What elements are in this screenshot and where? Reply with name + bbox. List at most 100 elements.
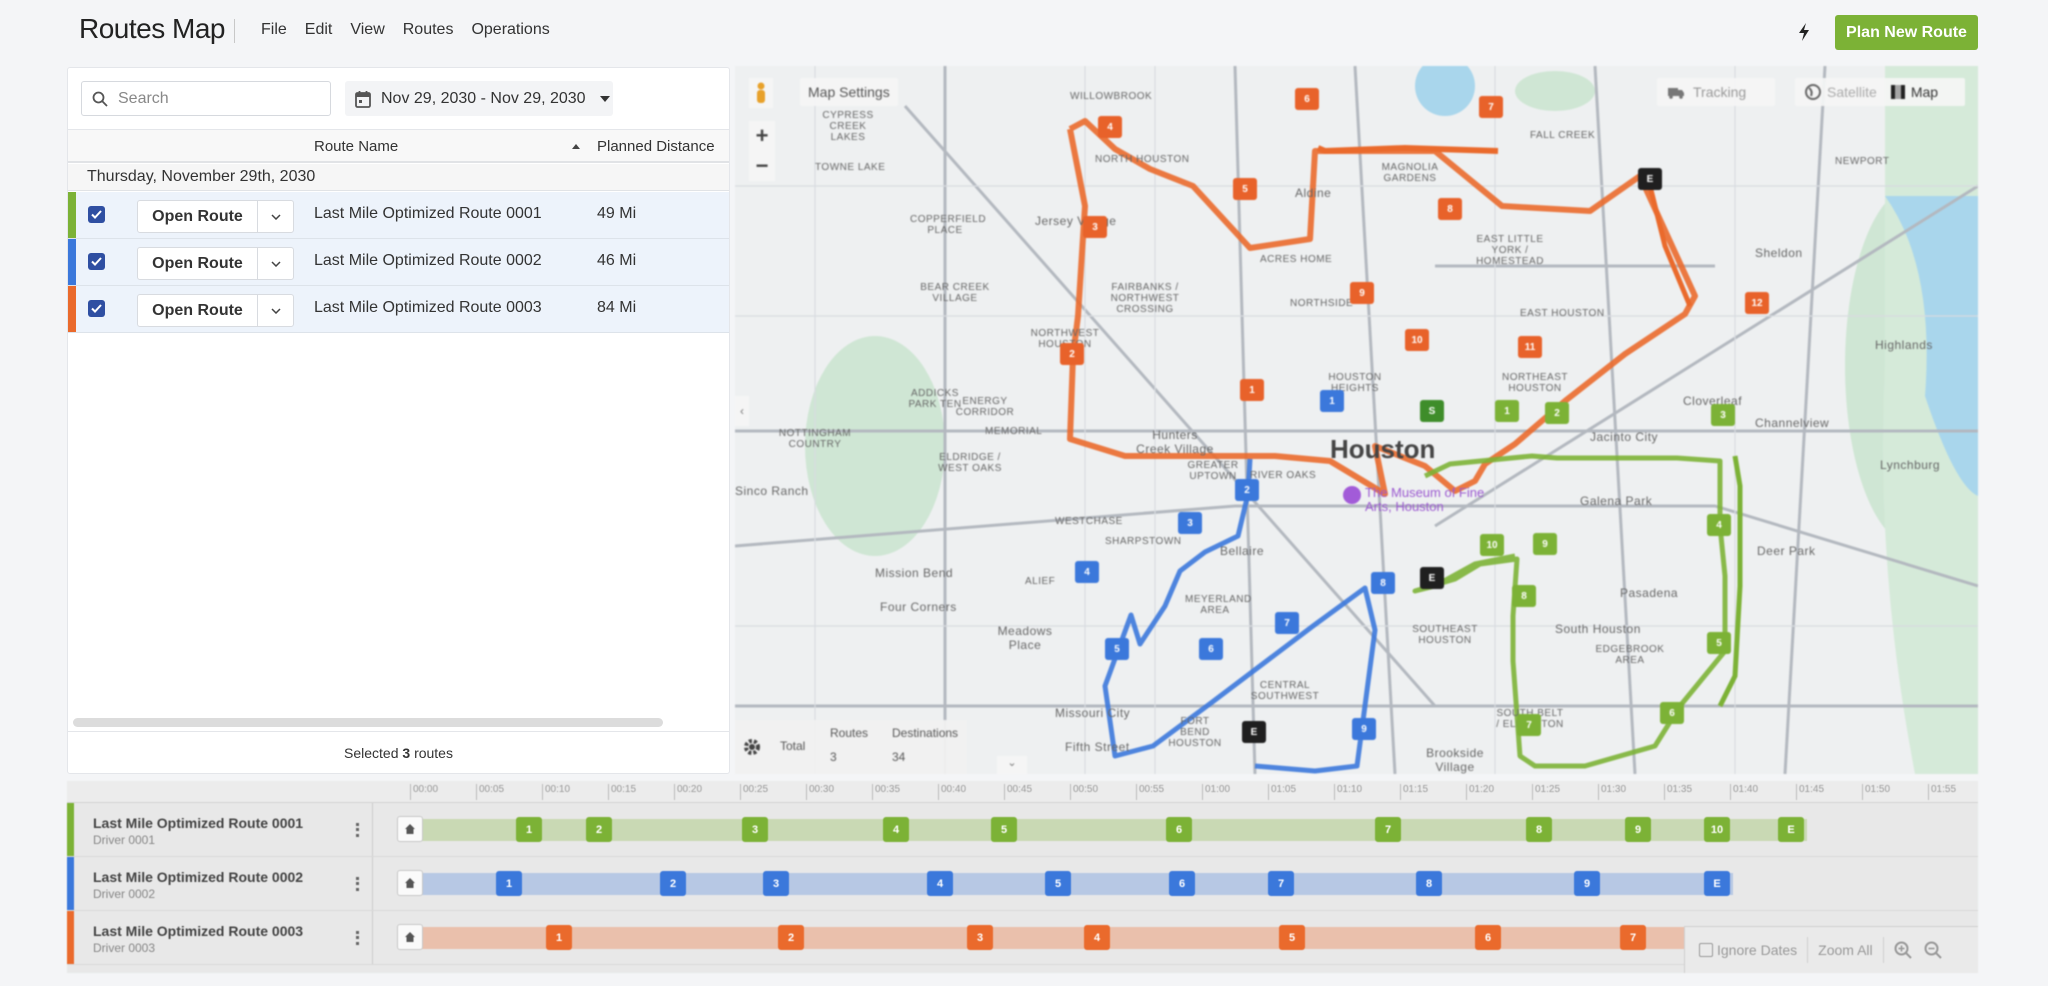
tracking-button[interactable]: Tracking bbox=[1657, 78, 1775, 106]
timeline-stop[interactable]: 8 bbox=[1526, 817, 1552, 842]
map-marker-route2[interactable]: 7 bbox=[1275, 612, 1299, 634]
timeline-stop[interactable]: 9 bbox=[1574, 871, 1600, 896]
map-marker-route1[interactable]: 10 bbox=[1480, 534, 1504, 556]
zoom-in-button[interactable]: + bbox=[756, 123, 769, 149]
timeline-stop[interactable]: 7 bbox=[1268, 871, 1294, 896]
map-option[interactable]: Map bbox=[1911, 84, 1938, 100]
timeline-stop[interactable]: 8 bbox=[1416, 871, 1442, 896]
map-marker-route2[interactable]: 9 bbox=[1352, 718, 1376, 740]
table-row[interactable]: Open Route Last Mile Optimized Route 000… bbox=[68, 192, 729, 239]
menu-routes[interactable]: Routes bbox=[394, 21, 463, 39]
map-marker-route1[interactable]: 9 bbox=[1533, 533, 1557, 555]
satellite-option[interactable]: Satellite bbox=[1827, 84, 1877, 100]
map-marker-route1[interactable]: 8 bbox=[1512, 585, 1536, 607]
open-route-dropdown[interactable] bbox=[258, 248, 293, 279]
row-menu-icon[interactable] bbox=[356, 931, 359, 945]
open-route-dropdown[interactable] bbox=[258, 201, 293, 232]
map-marker-route1[interactable]: 2 bbox=[1545, 402, 1569, 424]
map-marker-route3[interactable]: 7 bbox=[1479, 96, 1503, 118]
timeline-stop[interactable]: 4 bbox=[927, 871, 953, 896]
map-marker-route2[interactable]: 5 bbox=[1105, 638, 1129, 660]
timeline-stop[interactable]: 3 bbox=[763, 871, 789, 896]
menu-edit[interactable]: Edit bbox=[296, 21, 342, 39]
zoom-in-icon[interactable] bbox=[1894, 941, 1912, 959]
map-marker-route1-start[interactable]: S bbox=[1420, 400, 1444, 422]
gear-icon[interactable] bbox=[742, 737, 762, 757]
timeline-stop[interactable]: 2 bbox=[586, 817, 612, 842]
column-route-name[interactable]: Route Name bbox=[314, 138, 398, 155]
timeline-stop[interactable]: 2 bbox=[778, 925, 804, 950]
timeline-stop[interactable]: 9 bbox=[1625, 817, 1651, 842]
map-marker-route3-end[interactable]: E bbox=[1638, 168, 1662, 190]
map-marker-route2[interactable]: 1 bbox=[1320, 390, 1344, 412]
map-marker-route2[interactable]: 8 bbox=[1371, 572, 1395, 594]
map-marker-route1[interactable]: 3 bbox=[1711, 404, 1735, 426]
table-row[interactable]: Open Route Last Mile Optimized Route 000… bbox=[68, 239, 729, 286]
menu-view[interactable]: View bbox=[341, 21, 393, 39]
zoom-out-button[interactable]: − bbox=[756, 153, 769, 179]
map-marker-route3[interactable]: 1 bbox=[1240, 379, 1264, 401]
timeline-stop[interactable]: 6 bbox=[1169, 871, 1195, 896]
open-route-button[interactable]: Open Route bbox=[138, 201, 258, 232]
open-route-button[interactable]: Open Route bbox=[138, 248, 258, 279]
expand-totals-button[interactable]: ⌄ bbox=[997, 756, 1027, 774]
map-settings-button[interactable]: Map Settings bbox=[800, 78, 898, 106]
map-marker-route1[interactable]: 6 bbox=[1660, 702, 1684, 724]
menu-file[interactable]: File bbox=[252, 21, 296, 39]
timeline-stop[interactable]: 1 bbox=[546, 925, 572, 950]
timeline-stop[interactable]: 5 bbox=[1045, 871, 1071, 896]
horizontal-scrollbar[interactable] bbox=[73, 718, 663, 727]
map-marker-route3[interactable]: 3 bbox=[1083, 216, 1107, 238]
map-marker-route2[interactable]: 6 bbox=[1199, 638, 1223, 660]
timeline-stop[interactable]: 1 bbox=[496, 871, 522, 896]
timeline-stop[interactable]: 1 bbox=[516, 817, 542, 842]
row-checkbox[interactable] bbox=[88, 253, 105, 270]
map-marker-route3[interactable]: 6 bbox=[1295, 88, 1319, 110]
sort-ascending-icon[interactable] bbox=[572, 144, 580, 149]
column-planned-distance[interactable]: Planned Distance bbox=[597, 138, 715, 155]
map-marker-route3[interactable]: 9 bbox=[1350, 282, 1374, 304]
zoom-all-button[interactable]: Zoom All bbox=[1818, 942, 1872, 958]
map-marker-route3[interactable]: 2 bbox=[1060, 343, 1084, 365]
timeline-stop[interactable]: E bbox=[1778, 817, 1804, 842]
map-marker-route3[interactable]: 4 bbox=[1098, 116, 1122, 138]
map-marker-route1[interactable]: 5 bbox=[1707, 632, 1731, 654]
map-marker-route2[interactable]: 3 bbox=[1178, 512, 1202, 534]
timeline-stop[interactable]: 3 bbox=[967, 925, 993, 950]
menu-operations[interactable]: Operations bbox=[462, 21, 558, 39]
zoom-out-icon[interactable] bbox=[1924, 941, 1942, 959]
timeline-stop[interactable]: 5 bbox=[991, 817, 1017, 842]
timeline-stop[interactable]: 6 bbox=[1166, 817, 1192, 842]
map-marker-route2[interactable]: 4 bbox=[1075, 561, 1099, 583]
map-marker-route1-end[interactable]: E bbox=[1420, 567, 1444, 589]
timeline-stop[interactable]: 4 bbox=[1084, 925, 1110, 950]
timeline-stop[interactable]: 4 bbox=[883, 817, 909, 842]
row-checkbox[interactable] bbox=[88, 300, 105, 317]
collapse-panel-button[interactable]: ‹ bbox=[735, 396, 749, 426]
home-depot-icon[interactable] bbox=[397, 924, 423, 950]
lightning-bolt-icon[interactable] bbox=[1796, 22, 1812, 42]
home-depot-icon[interactable] bbox=[397, 870, 423, 896]
row-menu-icon[interactable] bbox=[356, 877, 359, 891]
map-poi-label[interactable]: The Museum of Fine Arts, Houston bbox=[1365, 486, 1505, 514]
map-marker-route3[interactable]: 11 bbox=[1518, 336, 1542, 358]
map-marker-route2-end[interactable]: E bbox=[1242, 721, 1266, 743]
map-marker-route3[interactable]: 10 bbox=[1405, 329, 1429, 351]
map-marker-route3[interactable]: 5 bbox=[1233, 178, 1257, 200]
open-route-button[interactable]: Open Route bbox=[138, 295, 258, 326]
map-marker-route3[interactable]: 8 bbox=[1438, 198, 1462, 220]
timeline-stop[interactable]: 7 bbox=[1620, 925, 1646, 950]
timeline-stop[interactable]: E bbox=[1704, 871, 1730, 896]
timeline-stop[interactable]: 5 bbox=[1279, 925, 1305, 950]
ignore-dates-checkbox[interactable] bbox=[1699, 943, 1713, 957]
map-marker-route1[interactable]: 1 bbox=[1495, 400, 1519, 422]
map-marker-route1[interactable]: 4 bbox=[1707, 514, 1731, 536]
street-view-pegman[interactable] bbox=[749, 78, 773, 108]
timeline-stop[interactable]: 6 bbox=[1475, 925, 1501, 950]
date-range-picker[interactable]: Nov 29, 2030 - Nov 29, 2030 bbox=[345, 81, 613, 116]
plan-new-route-button[interactable]: Plan New Route bbox=[1835, 15, 1978, 50]
routes-map[interactable]: WILLOWBROOK CYPRESS CREEK LAKES TOWNE LA… bbox=[735, 66, 1978, 774]
timeline-stop[interactable]: 2 bbox=[660, 871, 686, 896]
open-route-dropdown[interactable] bbox=[258, 295, 293, 326]
ignore-dates-label[interactable]: Ignore Dates bbox=[1717, 942, 1797, 958]
